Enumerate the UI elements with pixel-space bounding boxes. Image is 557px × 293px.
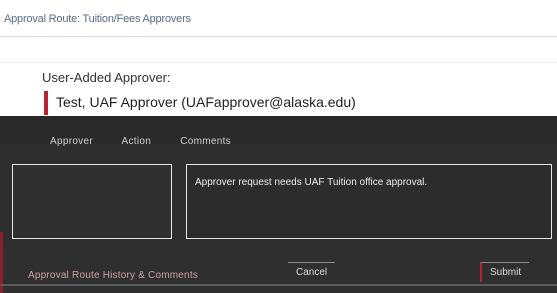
approver-row[interactable]: Test, UAF Approver (UAFapprover@alaska.e… <box>44 91 474 115</box>
footer-divider <box>0 284 557 286</box>
approver-name: Test, UAF Approver (UAFapprover@alaska.e… <box>56 94 356 110</box>
user-added-approver-label: User-Added Approver: <box>42 70 171 85</box>
column-header-comments: Comments <box>180 136 231 147</box>
page-title: Approval Route: Tuition/Fees Approvers <box>4 13 191 25</box>
cancel-button[interactable]: Cancel <box>288 262 336 282</box>
approver-note-field[interactable] <box>12 164 172 239</box>
route-history-link[interactable]: Approval Route History & Comments <box>28 270 198 281</box>
section-divider <box>0 62 557 63</box>
submit-button[interactable]: Submit <box>480 262 530 282</box>
column-header-action: Action <box>121 136 152 147</box>
comments-table-header: Approver Action Comments <box>50 136 257 147</box>
column-header-approver: Approver <box>50 136 93 147</box>
comment-text: Approver request needs UAF Tuition offic… <box>195 177 428 188</box>
comment-field[interactable]: Approver request needs UAF Tuition offic… <box>186 164 552 239</box>
route-history-link-label: Approval Route History & Comments <box>28 270 198 281</box>
header-divider <box>0 36 557 37</box>
